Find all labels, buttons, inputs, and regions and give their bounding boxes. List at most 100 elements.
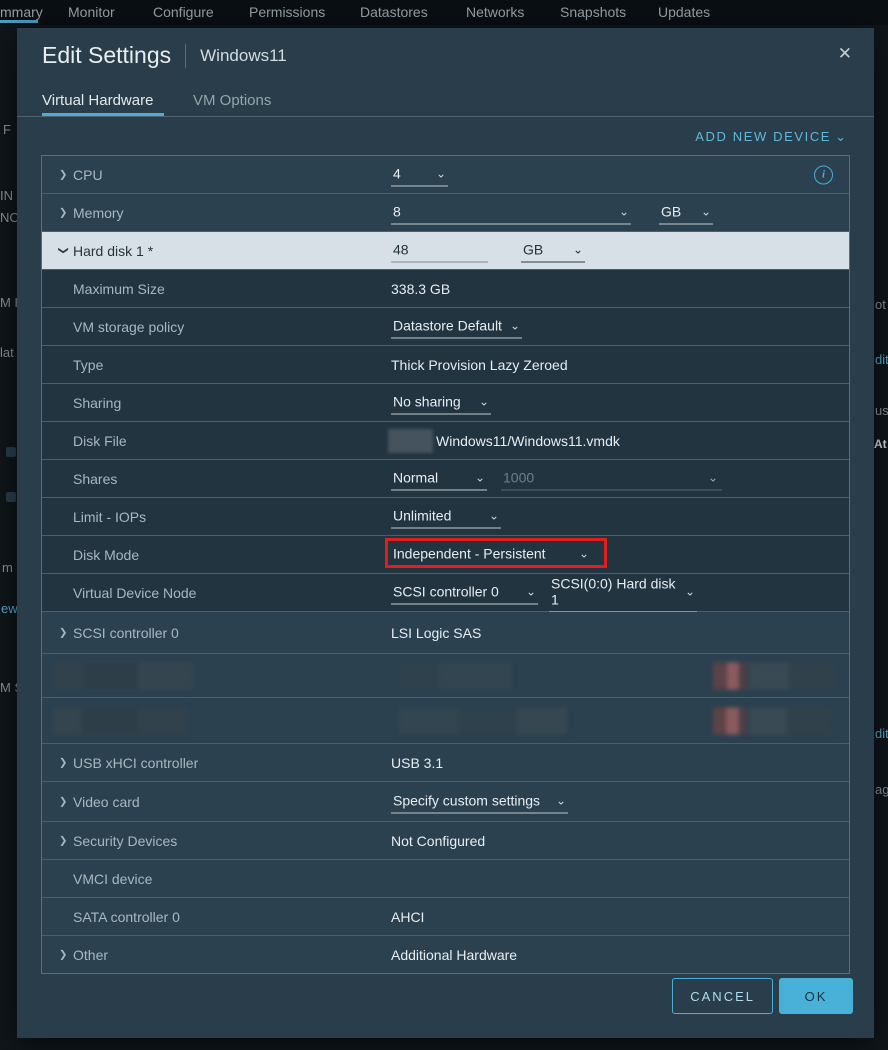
row-label: CPU: [73, 167, 103, 183]
row-label: Disk File: [73, 433, 127, 449]
cpu-count-select[interactable]: 4⌄: [391, 163, 448, 186]
bg-tab-snapshots[interactable]: Snapshots: [560, 4, 626, 20]
controller-select[interactable]: SCSI controller 0⌄: [391, 581, 538, 604]
select-caret-icon: ⌄: [573, 245, 583, 253]
bg-icon-fragment: [6, 492, 16, 502]
bg-fragment: ot: [875, 297, 886, 312]
row-cpu[interactable]: ❯ CPU 4⌄ i: [42, 156, 849, 194]
bg-tab-networks[interactable]: Networks: [466, 4, 524, 20]
select-caret-icon: ⌄: [479, 397, 489, 405]
header-divider: [17, 116, 874, 117]
row-hard-disk-1[interactable]: ❯ Hard disk 1 * GB⌄: [42, 232, 849, 270]
row-label: Virtual Device Node: [73, 585, 196, 601]
ok-button[interactable]: OK: [779, 978, 853, 1014]
bg-icon-fragment: [6, 447, 16, 457]
row-label: Shares: [73, 471, 117, 487]
dialog-header: Edit Settings Windows11: [42, 42, 287, 69]
row-other[interactable]: ❯ Other Additional Hardware: [42, 936, 849, 973]
row-memory[interactable]: ❯ Memory 8⌄ GB⌄: [42, 194, 849, 232]
bg-tab-monitor[interactable]: Monitor: [68, 4, 115, 20]
bg-fragment: F: [3, 122, 11, 137]
row-label: Other: [73, 947, 108, 963]
row-disk-file: Disk File Windows11/Windows11.vmdk: [42, 422, 849, 460]
row-label: VMCI device: [73, 871, 152, 887]
cancel-button[interactable]: CANCEL: [672, 978, 773, 1014]
select-caret-icon: ⌄: [579, 549, 589, 557]
row-label: Maximum Size: [73, 281, 165, 297]
info-icon[interactable]: i: [814, 165, 833, 184]
redacted-datastore-name: [388, 429, 433, 453]
row-redacted-1: [42, 654, 849, 698]
disk-mode-select[interactable]: Independent - Persistent⌄: [391, 543, 591, 566]
row-label: SCSI controller 0: [73, 625, 179, 641]
other-value: Additional Hardware: [391, 947, 517, 963]
disk-size-input[interactable]: [391, 239, 488, 262]
select-caret-icon: ⌄: [526, 587, 536, 595]
bg-fragment: lat: [0, 345, 14, 360]
add-new-device-button[interactable]: ADD NEW DEVICE⌄: [695, 129, 846, 145]
hardware-table: ❯ CPU 4⌄ i ❯ Memory 8⌄ GB⌄ ❯ Hard disk 1…: [41, 155, 850, 974]
shares-value-field[interactable]: ⌄: [501, 467, 722, 490]
redacted-block: [749, 662, 835, 689]
disk-file-path: Windows11/Windows11.vmdk: [436, 433, 620, 449]
limit-iops-select[interactable]: Unlimited⌄: [391, 505, 501, 528]
row-maximum-size: Maximum Size 338.3 GB: [42, 270, 849, 308]
video-settings-select[interactable]: Specify custom settings⌄: [391, 790, 568, 813]
security-devices-value: Not Configured: [391, 833, 485, 849]
row-type: Type Thick Provision Lazy Zeroed: [42, 346, 849, 384]
select-caret-icon: ⌄: [685, 587, 695, 595]
row-label: USB xHCI controller: [73, 755, 198, 771]
chevron-right-icon: ❯: [59, 169, 67, 180]
sharing-select[interactable]: No sharing⌄: [391, 391, 491, 414]
chevron-down-icon: ⌄: [835, 129, 846, 144]
memory-size-select[interactable]: 8⌄: [391, 201, 631, 224]
row-label: Security Devices: [73, 833, 177, 849]
row-sharing: Sharing No sharing⌄: [42, 384, 849, 422]
maximum-size-value: 338.3 GB: [391, 281, 450, 297]
type-value: Thick Provision Lazy Zeroed: [391, 357, 568, 373]
close-icon[interactable]: ✕: [838, 44, 852, 64]
storage-policy-select[interactable]: Datastore Default⌄: [391, 315, 522, 338]
redacted-block: [53, 707, 188, 734]
shares-select[interactable]: Normal⌄: [391, 467, 487, 490]
tab-vm-options[interactable]: VM Options: [193, 92, 271, 109]
edit-settings-dialog: Edit Settings Windows11 ✕ Virtual Hardwa…: [17, 28, 874, 1038]
device-node-select[interactable]: SCSI(0:0) Hard disk 1⌄: [549, 573, 697, 612]
vm-name: Windows11: [200, 46, 287, 66]
usb-value: USB 3.1: [391, 755, 443, 771]
tab-virtual-hardware[interactable]: Virtual Hardware: [42, 92, 153, 109]
shares-value-input[interactable]: [501, 467, 691, 489]
row-vmci-device: VMCI device: [42, 860, 849, 898]
bg-active-tab-underline: [0, 20, 38, 23]
row-vm-storage-policy: VM storage policy Datastore Default⌄: [42, 308, 849, 346]
redacted-block: [399, 662, 511, 689]
row-label: Video card: [73, 794, 140, 810]
redacted-block: [53, 662, 193, 689]
scsi-controller-value: LSI Logic SAS: [391, 625, 481, 641]
redacted-block: [713, 707, 749, 734]
disk-unit-select[interactable]: GB⌄: [521, 239, 585, 262]
row-scsi-controller[interactable]: ❯ SCSI controller 0 LSI Logic SAS: [42, 612, 849, 654]
row-label: Memory: [73, 205, 124, 221]
redacted-block: [749, 707, 831, 734]
chevron-right-icon: ❯: [59, 627, 67, 638]
select-caret-icon: ⌄: [556, 796, 566, 804]
select-caret-icon: ⌄: [475, 473, 485, 481]
bg-tab-datastores[interactable]: Datastores: [360, 4, 428, 20]
memory-unit-select[interactable]: GB⌄: [659, 201, 713, 224]
row-sata-controller: SATA controller 0 AHCI: [42, 898, 849, 936]
bg-tab-updates[interactable]: Updates: [658, 4, 710, 20]
bg-tab-summary[interactable]: mmary: [0, 4, 43, 20]
bg-tab-configure[interactable]: Configure: [153, 4, 214, 20]
chevron-down-icon: ❯: [58, 246, 69, 254]
row-shares: Shares Normal⌄ ⌄: [42, 460, 849, 498]
row-security-devices[interactable]: ❯ Security Devices Not Configured: [42, 822, 849, 860]
chevron-right-icon: ❯: [59, 949, 67, 960]
select-caret-icon: ⌄: [701, 207, 711, 215]
row-usb-xhci[interactable]: ❯ USB xHCI controller USB 3.1: [42, 744, 849, 782]
bg-fragment: dit: [875, 352, 888, 367]
bg-tab-permissions[interactable]: Permissions: [249, 4, 325, 20]
row-video-card[interactable]: ❯ Video card Specify custom settings⌄: [42, 782, 849, 822]
bg-fragment: m: [2, 560, 13, 575]
row-label: Type: [73, 357, 103, 373]
